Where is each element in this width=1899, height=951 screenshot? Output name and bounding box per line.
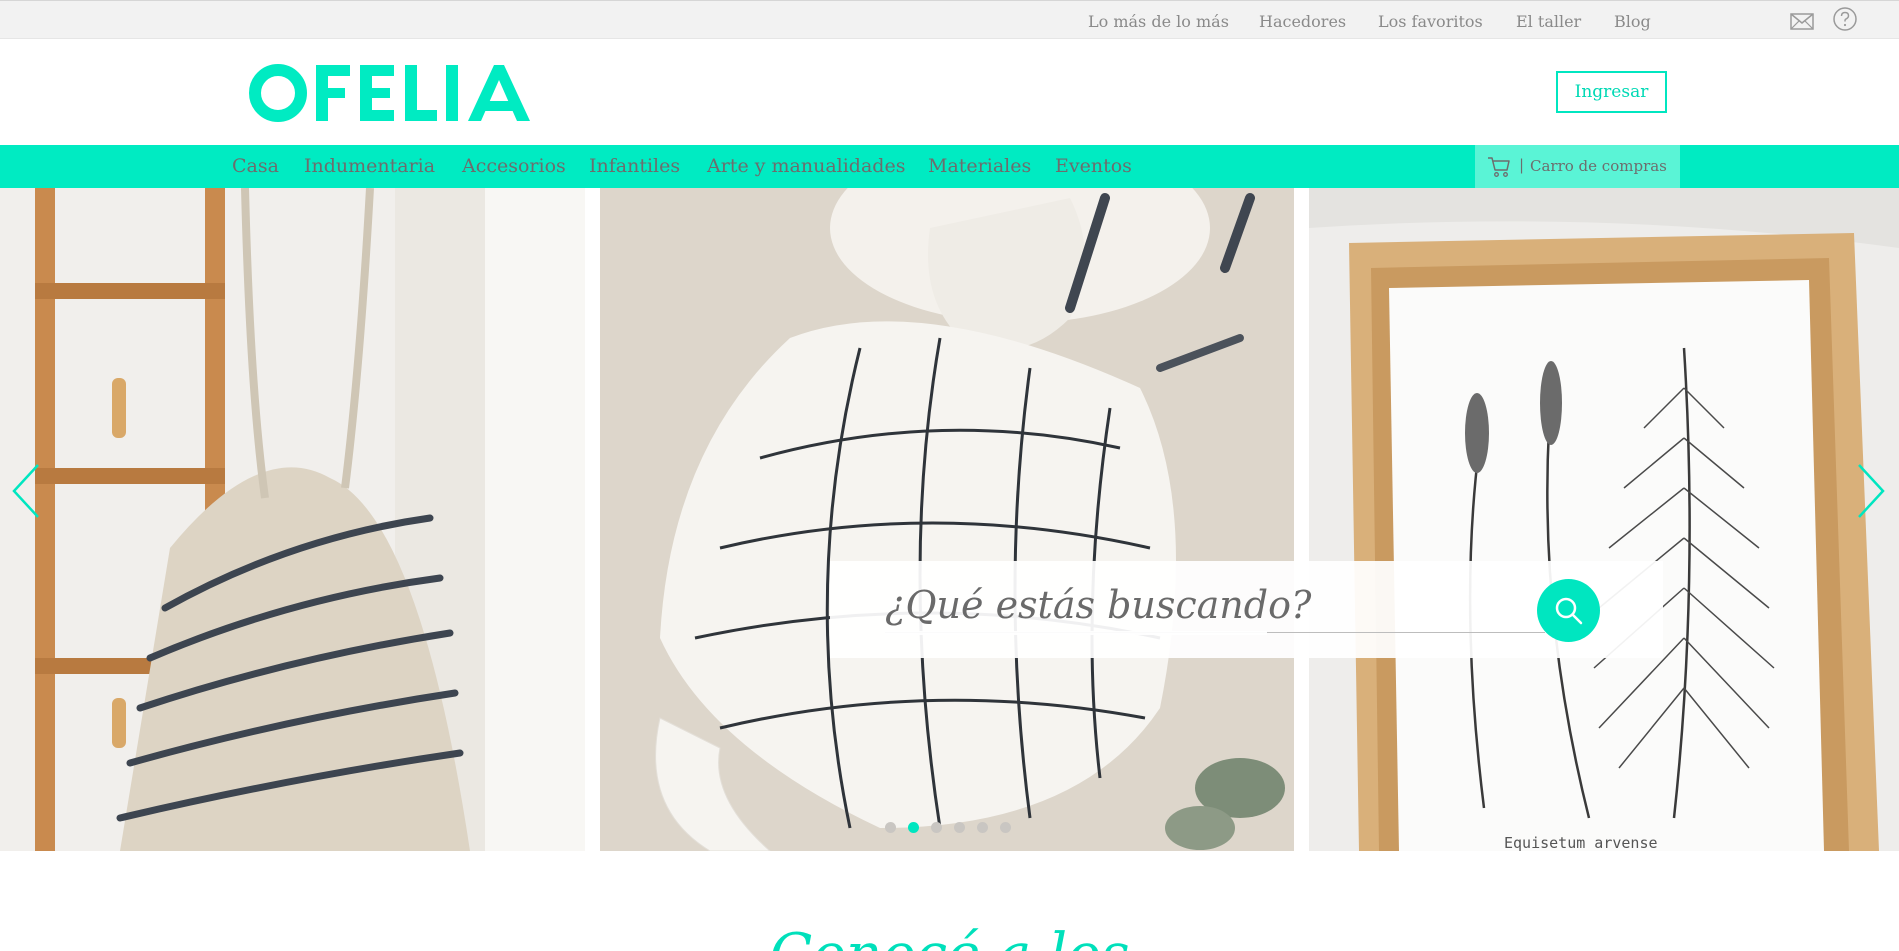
toplink-favoritos[interactable]: Los favoritos bbox=[1378, 12, 1483, 31]
cart-label: Carro de compras bbox=[1530, 157, 1667, 175]
carousel-dot-1[interactable] bbox=[885, 822, 896, 833]
slide-caption: Equisetum arvense bbox=[1504, 834, 1658, 851]
carousel-next-arrow[interactable] bbox=[1853, 461, 1889, 521]
section-title: Conocé a los bbox=[0, 920, 1899, 951]
carousel-dot-2[interactable] bbox=[908, 822, 919, 833]
nav-item-eventos[interactable]: Eventos bbox=[1055, 155, 1132, 177]
category-nav: Casa Indumentaria Accesorios Infantiles … bbox=[0, 145, 1899, 188]
nav-item-casa[interactable]: Casa bbox=[232, 155, 279, 177]
carousel-dot-6[interactable] bbox=[1000, 822, 1011, 833]
nav-item-indumentaria[interactable]: Indumentaria bbox=[304, 155, 435, 177]
search-icon bbox=[1555, 597, 1583, 625]
slide-image-mug bbox=[600, 188, 1294, 851]
nav-item-infantiles[interactable]: Infantiles bbox=[589, 155, 680, 177]
carousel-dot-3[interactable] bbox=[931, 822, 942, 833]
top-links: Lo más de lo más Hacedores Los favoritos… bbox=[0, 12, 1899, 32]
hero-search-box bbox=[830, 561, 1663, 658]
slide-image-bag bbox=[0, 188, 585, 851]
search-button[interactable] bbox=[1537, 579, 1600, 642]
cart-icon bbox=[1487, 156, 1511, 178]
help-icon[interactable] bbox=[1832, 6, 1858, 32]
site-header: Ingresar bbox=[0, 39, 1899, 145]
ofelia-logo[interactable] bbox=[248, 63, 530, 123]
nav-item-arte-y-manualidades[interactable]: Arte y manualidades bbox=[707, 155, 905, 177]
nav-item-materiales[interactable]: Materiales bbox=[928, 155, 1031, 177]
carousel-prev-arrow[interactable] bbox=[8, 461, 44, 521]
mail-icon[interactable] bbox=[1789, 8, 1815, 34]
slide-image-frame: Equisetum arvense bbox=[1309, 188, 1899, 851]
toplink-blog[interactable]: Blog bbox=[1614, 12, 1651, 31]
logo-wordmark bbox=[249, 64, 530, 122]
toplink-hacedores[interactable]: Hacedores bbox=[1259, 12, 1346, 31]
carousel-dot-4[interactable] bbox=[954, 822, 965, 833]
toplink-lo-mas[interactable]: Lo más de lo más bbox=[1088, 12, 1229, 31]
login-button[interactable]: Ingresar bbox=[1556, 71, 1667, 113]
nav-item-accesorios[interactable]: Accesorios bbox=[462, 155, 566, 177]
carousel-dot-5[interactable] bbox=[977, 822, 988, 833]
search-underline-mask bbox=[885, 631, 1267, 635]
hero-carousel: Equisetum arvense bbox=[0, 188, 1899, 851]
top-utility-bar: Lo más de lo más Hacedores Los favoritos… bbox=[0, 0, 1899, 39]
cart-button[interactable]: | Carro de compras bbox=[1475, 145, 1680, 188]
cart-separator: | bbox=[1519, 156, 1525, 174]
toplink-el-taller[interactable]: El taller bbox=[1516, 12, 1581, 31]
search-input[interactable] bbox=[885, 577, 1545, 633]
